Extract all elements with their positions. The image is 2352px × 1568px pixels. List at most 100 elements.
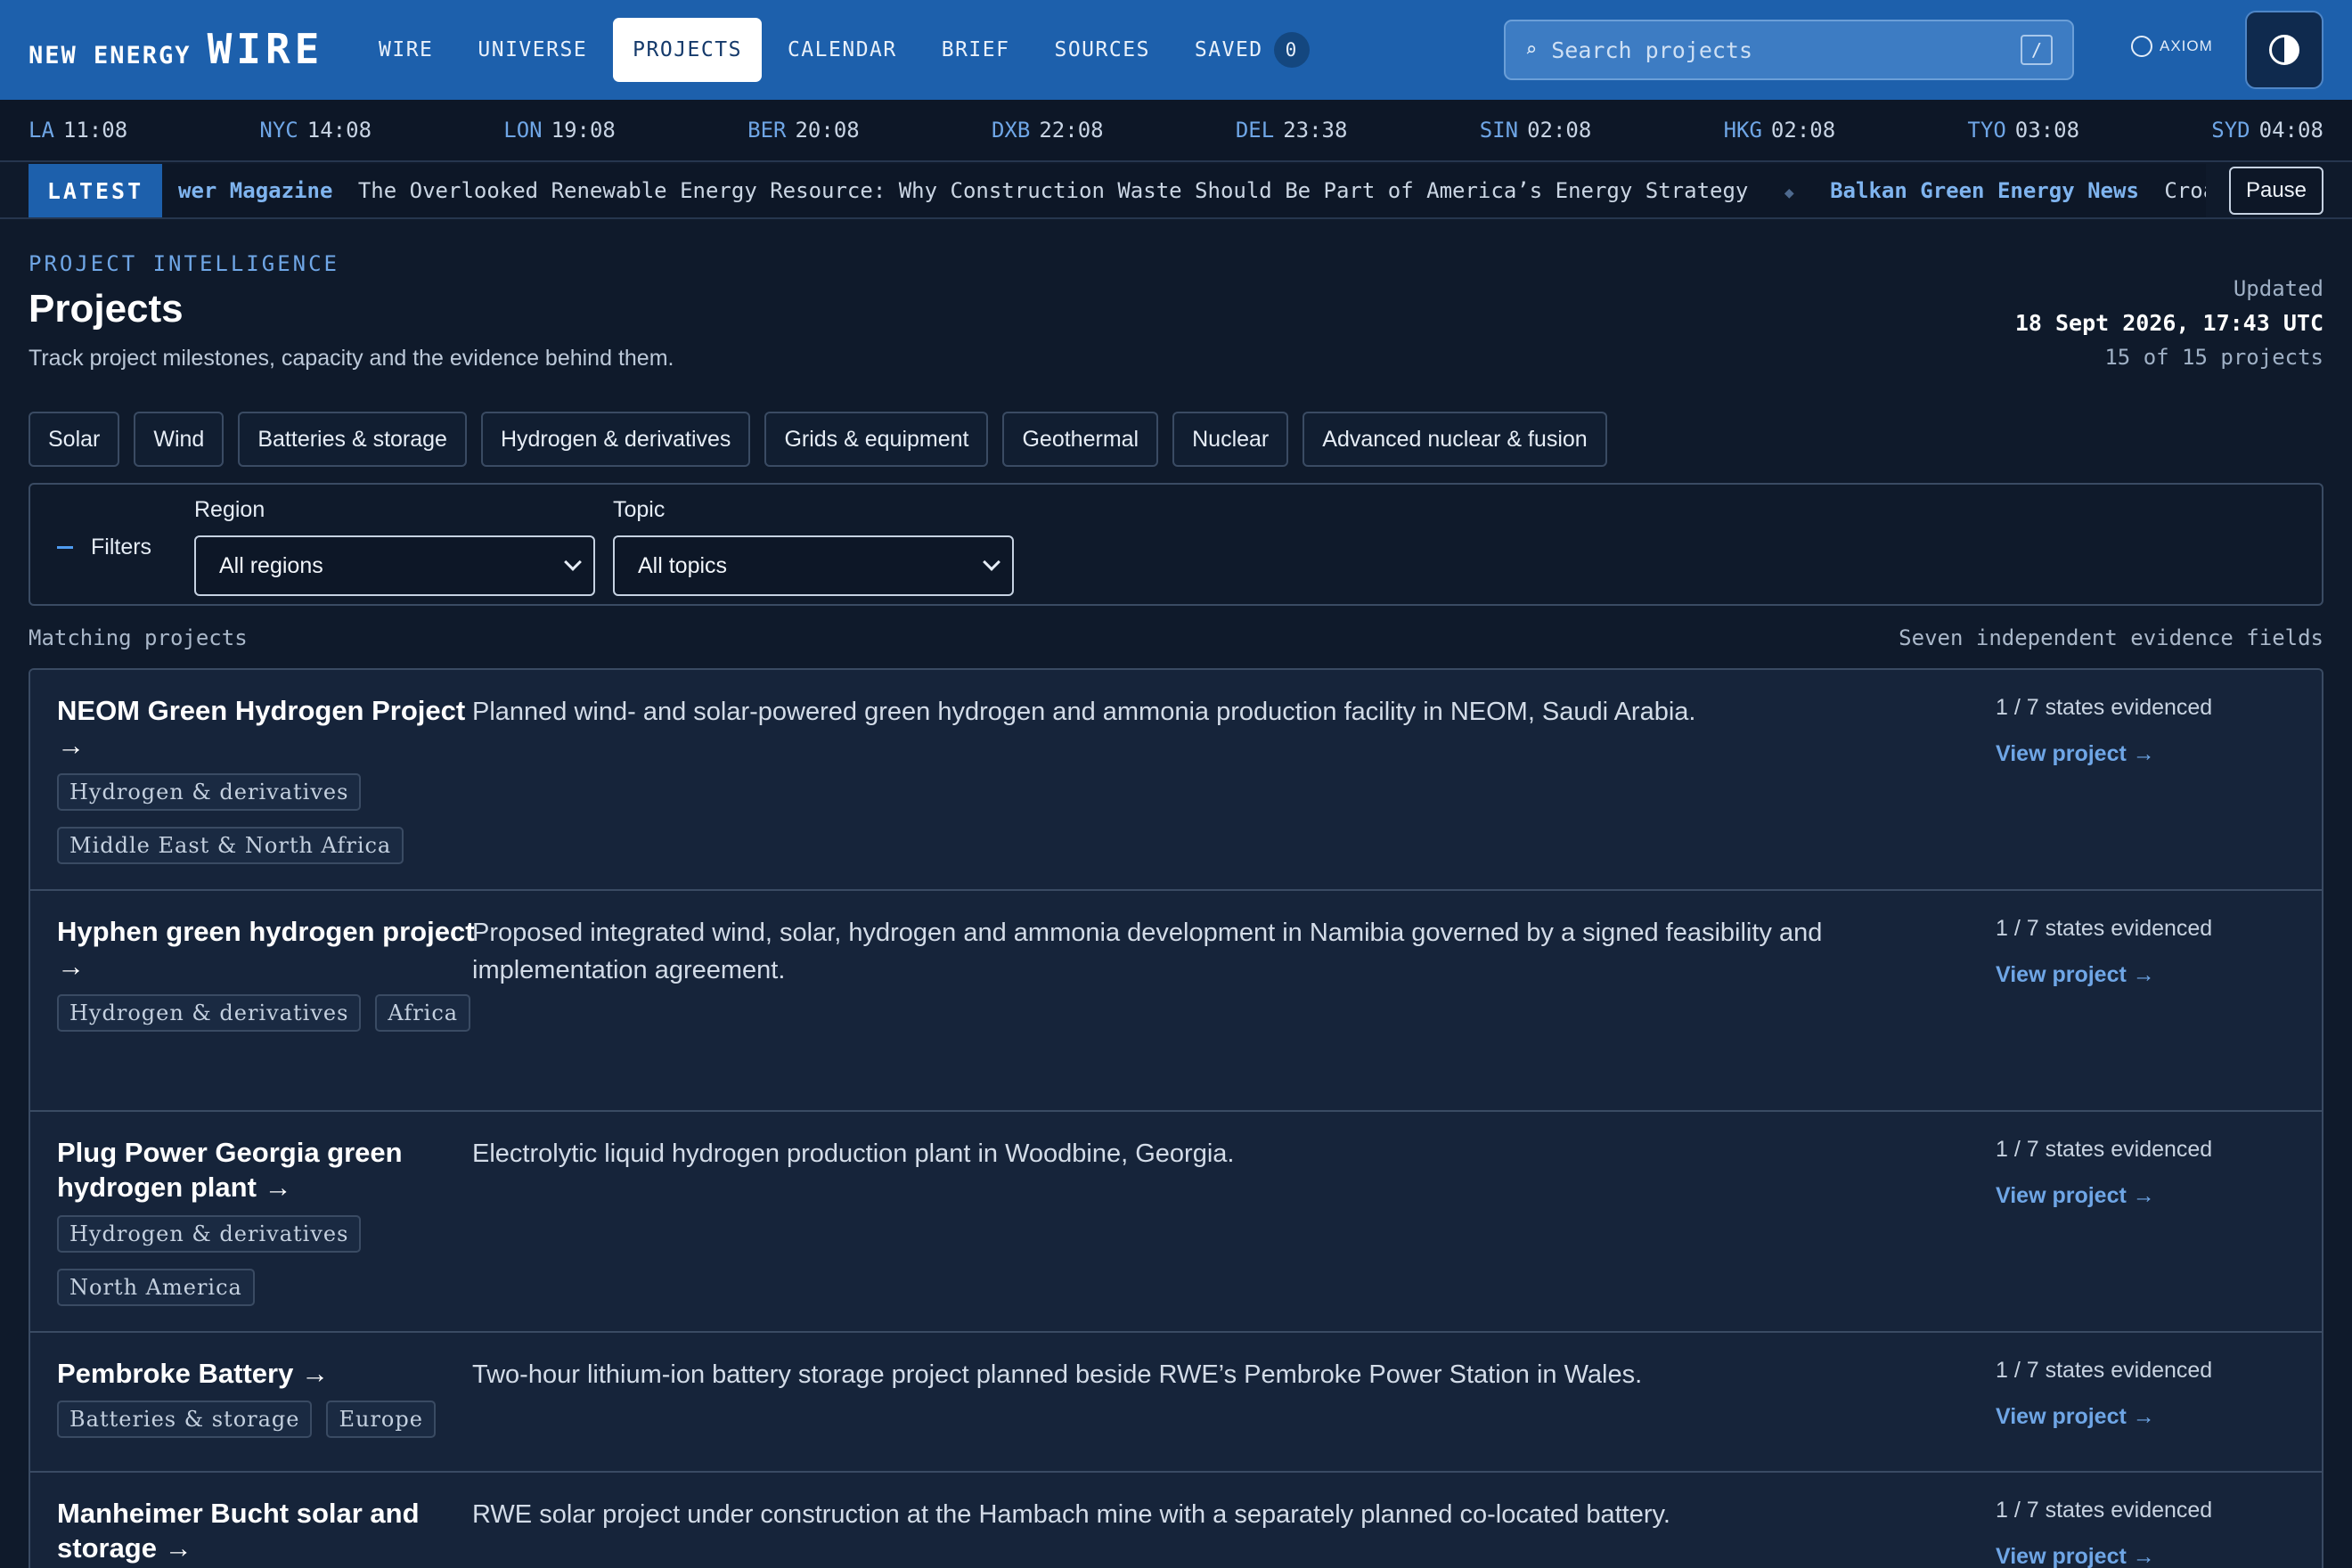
project-name-link[interactable]: Manheimer Bucht solar and storage → xyxy=(57,1496,476,1565)
project-description: Planned wind- and solar-powered green hy… xyxy=(472,698,1696,726)
project-row: Hyphen green hydrogen project → Hydrogen… xyxy=(30,891,2322,1112)
project-row: Plug Power Georgia green hydrogen plant … xyxy=(30,1112,2322,1333)
nav-universe[interactable]: UNIVERSE xyxy=(455,18,609,82)
partner-logo[interactable]: AXIOM xyxy=(2131,36,2213,57)
clock-la: LA 11:08 xyxy=(29,118,128,143)
update-info: Updated 18 Sept 2026, 17:43 UTC 15 of 15… xyxy=(2015,276,2323,370)
nav-projects[interactable]: PROJECTS xyxy=(613,18,762,82)
clock-hkg: HKG 02:08 xyxy=(1723,118,1836,143)
project-description: Electrolytic liquid hydrogen production … xyxy=(472,1139,1235,1168)
region-tag: Africa xyxy=(375,994,471,1032)
project-tags: Hydrogen & derivatives North America xyxy=(57,1215,476,1306)
chevron-down-icon xyxy=(983,553,1000,571)
topic-chips: Solar Wind Batteries & storage Hydrogen … xyxy=(29,412,1607,467)
collapse-icon xyxy=(57,546,73,549)
region-tag: Europe xyxy=(326,1401,436,1438)
topic-select-value: All topics xyxy=(638,552,728,578)
evidence-state-count: 1 / 7 states evidenced xyxy=(1996,916,2213,941)
divider xyxy=(0,217,2352,219)
region-select[interactable]: All regions xyxy=(194,535,595,596)
saved-count-badge: 0 xyxy=(1273,32,1310,68)
region-select-value: All regions xyxy=(219,552,323,578)
clock-del: DEL 23:38 xyxy=(1235,118,1348,143)
project-name-link[interactable]: Pembroke Battery → xyxy=(57,1356,476,1391)
topic-chip-batteries[interactable]: Batteries & storage xyxy=(238,412,467,467)
search-placeholder: Search projects xyxy=(1551,37,1753,63)
view-project-link[interactable]: View project → xyxy=(1996,1404,2155,1430)
topic-chip-wind[interactable]: Wind xyxy=(134,412,225,467)
evidence-state-count: 1 / 7 states evidenced xyxy=(1996,695,2213,720)
brand-logo[interactable]: NEW ENERGY WIRE xyxy=(29,25,323,73)
topic-select[interactable]: All topics xyxy=(613,535,1014,596)
updated-label: Updated xyxy=(2233,276,2323,301)
clock-tyo: TYO 03:08 xyxy=(1967,118,2080,143)
nav-wire[interactable]: WIRE xyxy=(356,18,455,82)
clock-dxb: DXB 22:08 xyxy=(991,118,1104,143)
view-project-link[interactable]: View project → xyxy=(1996,1183,2155,1209)
clock-sin: SIN 02:08 xyxy=(1479,118,1592,143)
topic-chip-grids[interactable]: Grids & equipment xyxy=(764,412,989,467)
topic-filter: Topic All topics xyxy=(613,497,1014,596)
project-tags: Hydrogen & derivatives Middle East & Nor… xyxy=(57,773,476,864)
clock-syd: SYD 04:08 xyxy=(2211,118,2323,143)
project-row: NEOM Green Hydrogen Project → Hydrogen &… xyxy=(30,670,2322,891)
ticker-source[interactable]: Balkan Green Energy News xyxy=(1830,178,2139,203)
nav-calendar[interactable]: CALENDAR xyxy=(765,18,919,82)
topic-chip-hydrogen[interactable]: Hydrogen & derivatives xyxy=(480,412,751,467)
project-description: RWE solar project under construction at … xyxy=(472,1500,1670,1529)
project-row: Pembroke Battery → Batteries & storage E… xyxy=(30,1333,2322,1473)
brand-name-part1: NEW ENERGY xyxy=(29,42,192,69)
view-project-link[interactable]: View project → xyxy=(1996,962,2155,988)
topic-label: Topic xyxy=(613,497,666,522)
filters-toggle[interactable]: Filters xyxy=(57,535,151,560)
main-nav: WIRE UNIVERSE PROJECTS CALENDAR BRIEF SO… xyxy=(356,18,1332,82)
nav-brief[interactable]: BRIEF xyxy=(919,18,1033,82)
project-description: Proposed integrated wind, solar, hydroge… xyxy=(472,919,1823,984)
top-nav: NEW ENERGY WIRE WIRE UNIVERSE PROJECTS C… xyxy=(0,0,2352,100)
region-label: Region xyxy=(194,497,265,522)
section-eyebrow: PROJECT INTELLIGENCE xyxy=(29,251,339,276)
view-project-link[interactable]: View project → xyxy=(1996,741,2155,767)
evidence-state-count: 1 / 7 states evidenced xyxy=(1996,1498,2213,1523)
topic-chip-nuclear[interactable]: Nuclear xyxy=(1172,412,1289,467)
evidence-state-count: 1 / 7 states evidenced xyxy=(1996,1358,2213,1383)
updated-timestamp: 18 Sept 2026, 17:43 UTC xyxy=(2014,310,2323,336)
search-input[interactable]: ⌕ Search projects / xyxy=(1504,20,2074,80)
search-icon: ⌕ xyxy=(1525,38,1538,61)
theme-toggle-button[interactable] xyxy=(2245,11,2323,89)
ticker-separator: ◆ xyxy=(1784,184,1794,202)
clock-lon: LON 19:08 xyxy=(503,118,616,143)
topic-chip-solar[interactable]: Solar xyxy=(29,412,120,467)
view-project-link[interactable]: View project → xyxy=(1996,1544,2155,1568)
chevron-down-icon xyxy=(564,553,582,571)
topic-tag: Hydrogen & derivatives xyxy=(57,773,362,811)
filters-toggle-label: Filters xyxy=(91,535,152,559)
clock-nyc: NYC 14:08 xyxy=(259,118,372,143)
ticker-source[interactable]: wer Magazine xyxy=(178,178,332,203)
ticker-label: LATEST xyxy=(29,164,162,217)
topic-tag: Batteries & storage xyxy=(57,1401,313,1438)
ticker-headline[interactable]: The Overlooked Renewable Energy Resource… xyxy=(358,178,1749,203)
nav-saved-label: SAVED xyxy=(1194,38,1263,61)
topic-tag: Hydrogen & derivatives xyxy=(57,1215,362,1253)
page-title: Projects xyxy=(29,287,184,331)
contrast-icon xyxy=(2269,35,2299,65)
ticker-headline[interactable]: Croatia xyxy=(2164,178,2206,203)
region-filter: Region All regions xyxy=(194,497,595,596)
search-shortcut-key: / xyxy=(2021,35,2053,65)
page-subtitle: Track project milestones, capacity and t… xyxy=(29,346,674,371)
nav-saved[interactable]: SAVED 0 xyxy=(1172,18,1332,82)
nav-sources[interactable]: SOURCES xyxy=(1032,18,1172,82)
project-name-link[interactable]: Plug Power Georgia green hydrogen plant … xyxy=(57,1135,476,1205)
topic-chip-geothermal[interactable]: Geothermal xyxy=(1002,412,1159,467)
filters-panel: Filters Region All regions Topic All top… xyxy=(29,483,2323,606)
project-name-link[interactable]: Hyphen green hydrogen project → xyxy=(57,914,476,984)
topic-tag: Hydrogen & derivatives xyxy=(57,994,362,1032)
project-name-link[interactable]: NEOM Green Hydrogen Project → xyxy=(57,693,476,763)
ticker-track: wer Magazine The Overlooked Renewable En… xyxy=(162,164,2206,217)
project-tags: Batteries & storage Europe xyxy=(57,1401,476,1438)
clock-ber: BER 20:08 xyxy=(747,118,860,143)
topic-chip-advanced-nuclear[interactable]: Advanced nuclear & fusion xyxy=(1303,412,1607,467)
ticker-pause-button[interactable]: Pause xyxy=(2229,167,2323,215)
brand-name-part2: WIRE xyxy=(207,25,324,73)
